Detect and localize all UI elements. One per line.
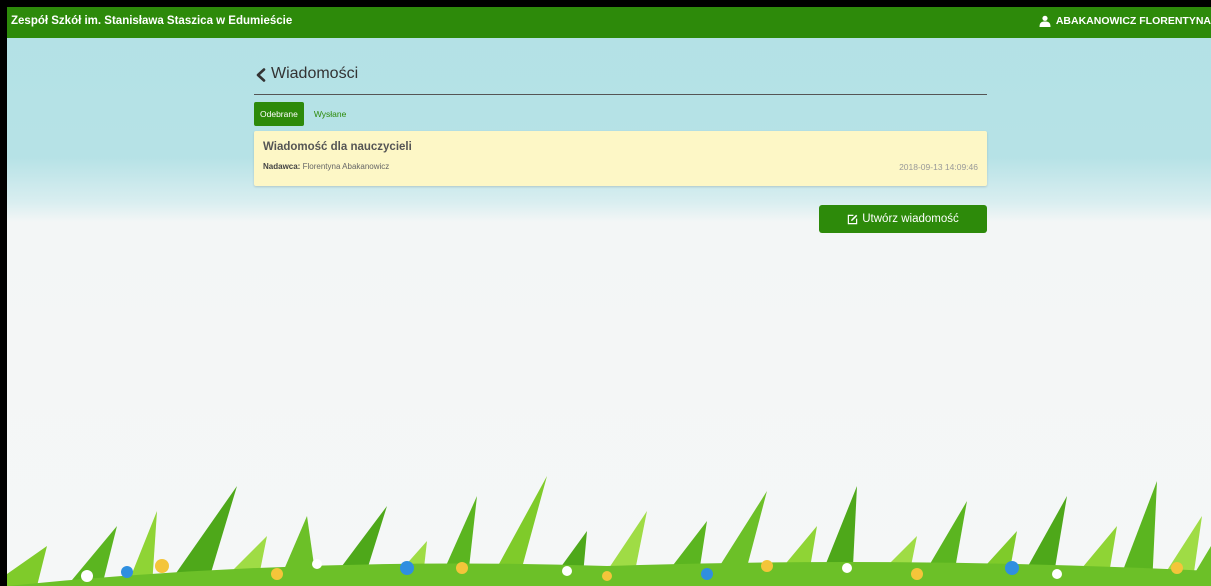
page-title: Wiadomości [271,65,359,82]
sender-label: Nadawca: [263,162,301,171]
message-date: 2018-09-13 14:09:46 [899,162,978,172]
school-name[interactable]: Zespół Szkół im. Stanisława Staszica w E… [11,15,292,27]
edit-icon [848,214,858,224]
app-screen: Zespół Szkół im. Stanisława Staszica w E… [7,7,1211,586]
tab-wyslane[interactable]: Wysłane [308,102,353,126]
screen-frame: Zespół Szkół im. Stanisława Staszica w E… [0,0,1211,586]
tab-odebrane[interactable]: Odebrane [254,102,304,126]
compose-label: Utwórz wiadomość [862,213,959,225]
message-sender: Nadawca: Florentyna Abakanowicz [263,162,389,171]
user-name: ABAKANOWICZ FLORENTYNA [1055,15,1211,27]
grass-decoration [7,476,1211,586]
compose-message-button[interactable]: Utwórz wiadomość [819,205,987,233]
page-header: Wiadomości [254,64,987,95]
user-menu[interactable]: ABAKANOWICZ FLORENTYNA [1039,15,1211,27]
top-navbar: Zespół Szkół im. Stanisława Staszica w E… [7,7,1211,38]
message-item[interactable]: Wiadomość dla nauczycieli Nadawca: Flore… [254,131,987,186]
message-subject: Wiadomość dla nauczycieli [263,141,412,153]
user-icon [1039,15,1051,27]
message-tabs: Odebrane Wysłane [254,102,352,126]
sender-name: Florentyna Abakanowicz [302,162,390,171]
chevron-left-icon[interactable] [254,68,268,82]
